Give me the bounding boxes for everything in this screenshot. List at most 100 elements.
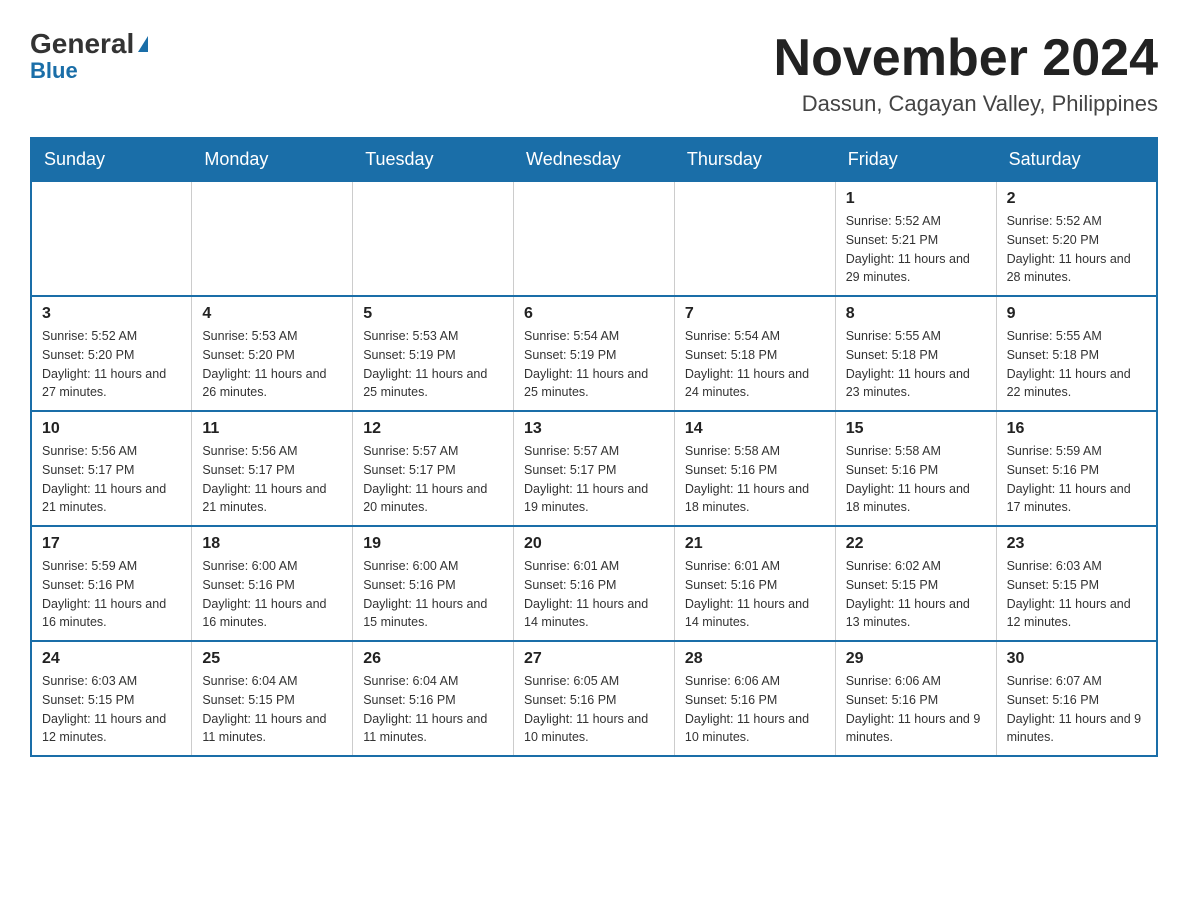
day-info: Sunrise: 5:52 AM Sunset: 5:20 PM Dayligh… bbox=[1007, 212, 1146, 287]
day-number: 28 bbox=[685, 650, 825, 668]
day-number: 14 bbox=[685, 420, 825, 438]
logo: General Blue bbox=[30, 30, 148, 82]
day-info: Sunrise: 6:07 AM Sunset: 5:16 PM Dayligh… bbox=[1007, 672, 1146, 747]
day-info: Sunrise: 5:55 AM Sunset: 5:18 PM Dayligh… bbox=[1007, 327, 1146, 402]
day-number: 22 bbox=[846, 535, 986, 553]
day-number: 11 bbox=[202, 420, 342, 438]
day-number: 20 bbox=[524, 535, 664, 553]
calendar-cell: 10Sunrise: 5:56 AM Sunset: 5:17 PM Dayli… bbox=[31, 411, 192, 526]
calendar-cell: 12 Sunrise: 5:57 AM Sunset: 5:17 PM Dayli… bbox=[353, 411, 514, 526]
day-number: 10 bbox=[42, 420, 181, 438]
weekday-header-tuesday: Tuesday bbox=[353, 138, 514, 181]
day-info: Sunrise: 6:06 AM Sunset: 5:16 PM Dayligh… bbox=[685, 672, 825, 747]
day-number: 23 bbox=[1007, 535, 1146, 553]
calendar-header-row: SundayMondayTuesdayWednesdayThursdayFrid… bbox=[31, 138, 1157, 181]
calendar-cell: 5 Sunrise: 5:53 AM Sunset: 5:19 PM Daylig… bbox=[353, 296, 514, 411]
day-info: Sunrise: 5:53 AM Sunset: 5:19 PM Dayligh… bbox=[363, 327, 503, 402]
day-number: 8 bbox=[846, 305, 986, 323]
day-info: Sunrise: 5:56 AM Sunset: 5:17 PM Dayligh… bbox=[202, 442, 342, 517]
calendar-cell: 8 Sunrise: 5:55 AM Sunset: 5:18 PM Daylig… bbox=[835, 296, 996, 411]
day-info: Sunrise: 6:01 AM Sunset: 5:16 PM Dayligh… bbox=[685, 557, 825, 632]
day-number: 9 bbox=[1007, 305, 1146, 323]
day-info: Sunrise: 5:54 AM Sunset: 5:18 PM Dayligh… bbox=[685, 327, 825, 402]
day-number: 17 bbox=[42, 535, 181, 553]
day-info: Sunrise: 6:00 AM Sunset: 5:16 PM Dayligh… bbox=[202, 557, 342, 632]
day-number: 6 bbox=[524, 305, 664, 323]
day-info: Sunrise: 5:54 AM Sunset: 5:19 PM Dayligh… bbox=[524, 327, 664, 402]
calendar-table: SundayMondayTuesdayWednesdayThursdayFrid… bbox=[30, 137, 1158, 757]
calendar-cell: 15Sunrise: 5:58 AM Sunset: 5:16 PM Dayli… bbox=[835, 411, 996, 526]
day-number: 12 bbox=[363, 420, 503, 438]
weekday-header-sunday: Sunday bbox=[31, 138, 192, 181]
day-info: Sunrise: 5:59 AM Sunset: 5:16 PM Dayligh… bbox=[1007, 442, 1146, 517]
calendar-week-row: 3 Sunrise: 5:52 AM Sunset: 5:20 PM Daylig… bbox=[31, 296, 1157, 411]
day-info: Sunrise: 5:59 AM Sunset: 5:16 PM Dayligh… bbox=[42, 557, 181, 632]
calendar-cell: 28 Sunrise: 6:06 AM Sunset: 5:16 PM Dayli… bbox=[674, 641, 835, 756]
day-number: 18 bbox=[202, 535, 342, 553]
calendar-cell: 25 Sunrise: 6:04 AM Sunset: 5:15 PM Dayli… bbox=[192, 641, 353, 756]
day-info: Sunrise: 6:03 AM Sunset: 5:15 PM Dayligh… bbox=[1007, 557, 1146, 632]
day-number: 2 bbox=[1007, 190, 1146, 208]
day-info: Sunrise: 6:02 AM Sunset: 5:15 PM Dayligh… bbox=[846, 557, 986, 632]
day-number: 15 bbox=[846, 420, 986, 438]
day-info: Sunrise: 5:57 AM Sunset: 5:17 PM Dayligh… bbox=[524, 442, 664, 517]
calendar-cell: 18 Sunrise: 6:00 AM Sunset: 5:16 PM Dayli… bbox=[192, 526, 353, 641]
calendar-cell bbox=[31, 181, 192, 296]
calendar-cell: 22 Sunrise: 6:02 AM Sunset: 5:15 PM Dayli… bbox=[835, 526, 996, 641]
page-header: General Blue November 2024 Dassun, Cagay… bbox=[30, 30, 1158, 117]
calendar-week-row: 10 Sunrise: 5:56 AM Sunset: 5:17 PM Dayli… bbox=[31, 411, 1157, 526]
calendar-cell: 3 Sunrise: 5:52 AM Sunset: 5:20 PM Daylig… bbox=[31, 296, 192, 411]
day-number: 30 bbox=[1007, 650, 1146, 668]
day-info: Sunrise: 6:01 AM Sunset: 5:16 PM Dayligh… bbox=[524, 557, 664, 632]
day-info: Sunrise: 6:05 AM Sunset: 5:16 PM Dayligh… bbox=[524, 672, 664, 747]
calendar-cell bbox=[514, 181, 675, 296]
day-info: Sunrise: 5:57 AM Sunset: 5:17 PM Dayligh… bbox=[363, 442, 503, 517]
calendar-cell: 16 Sunrise: 5:59 AM Sunset: 5:16 PM Dayli… bbox=[996, 411, 1157, 526]
day-number: 4 bbox=[202, 305, 342, 323]
day-number: 25 bbox=[202, 650, 342, 668]
calendar-cell: 30 Sunrise: 6:07 AM Sunset: 5:16 PM Dayli… bbox=[996, 641, 1157, 756]
day-number: 7 bbox=[685, 305, 825, 323]
day-info: Sunrise: 5:52 AM Sunset: 5:21 PM Dayligh… bbox=[846, 212, 986, 287]
day-number: 21 bbox=[685, 535, 825, 553]
day-number: 13 bbox=[524, 420, 664, 438]
calendar-cell: 19 Sunrise: 6:00 AM Sunset: 5:16 PM Dayli… bbox=[353, 526, 514, 641]
day-number: 5 bbox=[363, 305, 503, 323]
calendar-cell: 1 Sunrise: 5:52 AM Sunset: 5:21 PM Daylig… bbox=[835, 181, 996, 296]
calendar-cell: 20 Sunrise: 6:01 AM Sunset: 5:16 PM Dayli… bbox=[514, 526, 675, 641]
day-number: 27 bbox=[524, 650, 664, 668]
calendar-cell: 23 Sunrise: 6:03 AM Sunset: 5:15 PM Dayli… bbox=[996, 526, 1157, 641]
title-section: November 2024 Dassun, Cagayan Valley, Ph… bbox=[774, 30, 1158, 117]
day-number: 19 bbox=[363, 535, 503, 553]
weekday-header-saturday: Saturday bbox=[996, 138, 1157, 181]
day-number: 1 bbox=[846, 190, 986, 208]
calendar-cell: 11 Sunrise: 5:56 AM Sunset: 5:17 PM Dayli… bbox=[192, 411, 353, 526]
calendar-cell bbox=[674, 181, 835, 296]
day-number: 16 bbox=[1007, 420, 1146, 438]
day-number: 26 bbox=[363, 650, 503, 668]
weekday-header-wednesday: Wednesday bbox=[514, 138, 675, 181]
calendar-cell: 7 Sunrise: 5:54 AM Sunset: 5:18 PM Daylig… bbox=[674, 296, 835, 411]
day-number: 3 bbox=[42, 305, 181, 323]
day-info: Sunrise: 6:04 AM Sunset: 5:16 PM Dayligh… bbox=[363, 672, 503, 747]
day-info: Sunrise: 5:55 AM Sunset: 5:18 PM Dayligh… bbox=[846, 327, 986, 402]
day-info: Sunrise: 5:52 AM Sunset: 5:20 PM Dayligh… bbox=[42, 327, 181, 402]
weekday-header-thursday: Thursday bbox=[674, 138, 835, 181]
calendar-week-row: 1 Sunrise: 5:52 AM Sunset: 5:21 PM Daylig… bbox=[31, 181, 1157, 296]
calendar-cell: 14Sunrise: 5:58 AM Sunset: 5:16 PM Dayli… bbox=[674, 411, 835, 526]
calendar-cell: 24Sunrise: 6:03 AM Sunset: 5:15 PM Dayli… bbox=[31, 641, 192, 756]
logo-blue-text: Blue bbox=[30, 60, 78, 82]
day-info: Sunrise: 6:04 AM Sunset: 5:15 PM Dayligh… bbox=[202, 672, 342, 747]
day-number: 29 bbox=[846, 650, 986, 668]
calendar-cell: 21 Sunrise: 6:01 AM Sunset: 5:16 PM Dayli… bbox=[674, 526, 835, 641]
calendar-cell: 27 Sunrise: 6:05 AM Sunset: 5:16 PM Dayli… bbox=[514, 641, 675, 756]
calendar-cell bbox=[353, 181, 514, 296]
calendar-cell: 13 Sunrise: 5:57 AM Sunset: 5:17 PM Dayli… bbox=[514, 411, 675, 526]
calendar-cell: 29Sunrise: 6:06 AM Sunset: 5:16 PM Dayli… bbox=[835, 641, 996, 756]
calendar-cell bbox=[192, 181, 353, 296]
weekday-header-friday: Friday bbox=[835, 138, 996, 181]
calendar-cell: 6 Sunrise: 5:54 AM Sunset: 5:19 PM Daylig… bbox=[514, 296, 675, 411]
weekday-header-monday: Monday bbox=[192, 138, 353, 181]
day-info: Sunrise: 6:00 AM Sunset: 5:16 PM Dayligh… bbox=[363, 557, 503, 632]
calendar-cell: 2 Sunrise: 5:52 AM Sunset: 5:20 PM Daylig… bbox=[996, 181, 1157, 296]
